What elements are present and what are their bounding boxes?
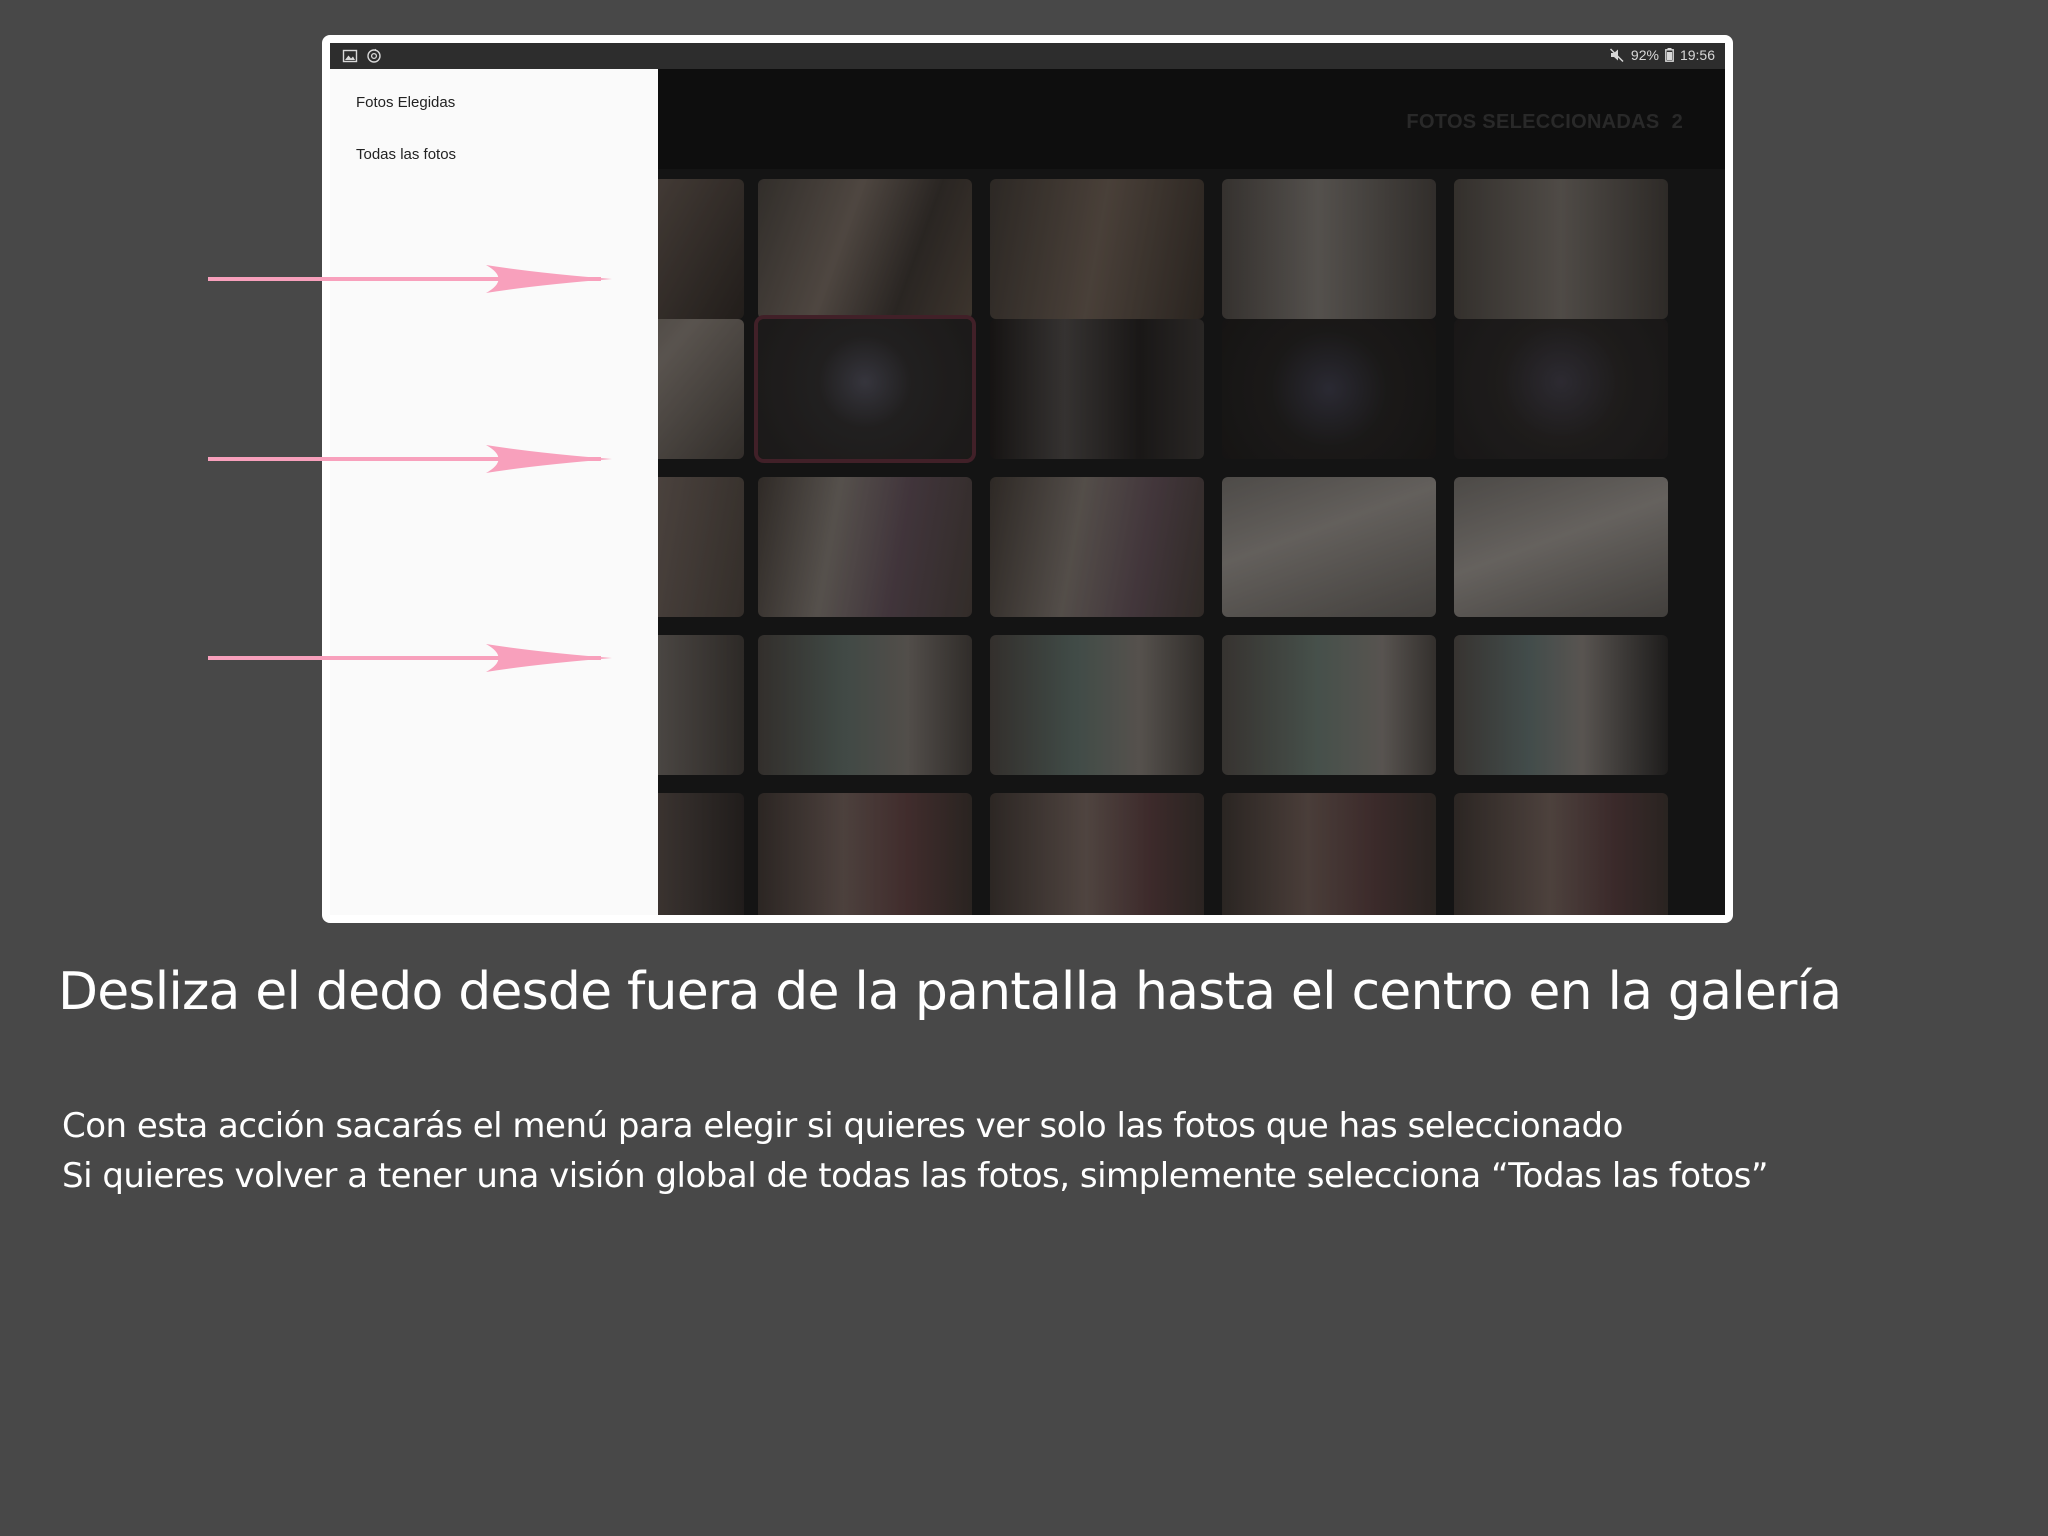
swipe-arrow-icon bbox=[208, 265, 612, 293]
drawer-item-fotos-elegidas[interactable]: Fotos Elegidas bbox=[356, 94, 455, 111]
swipe-arrow-icon bbox=[208, 644, 612, 672]
swipe-arrow-icon bbox=[208, 445, 612, 473]
sync-icon bbox=[367, 48, 381, 63]
navigation-drawer: Fotos Elegidas Todas las fotos bbox=[330, 69, 658, 915]
tablet-screenshot: 92% 19:56 FOTOS SELECCIONADAS 2 Fotos El… bbox=[322, 35, 1733, 923]
clock: 19:56 bbox=[1679, 47, 1715, 63]
drawer-item-todas-las-fotos[interactable]: Todas las fotos bbox=[356, 146, 456, 163]
instruction-line-1: Con esta acción sacarás el menú para ele… bbox=[62, 1106, 1623, 1146]
mute-icon bbox=[1609, 48, 1624, 63]
battery-icon bbox=[1665, 48, 1674, 62]
battery-percentage: 92% bbox=[1630, 47, 1659, 63]
instruction-headline: Desliza el dedo desde fuera de la pantal… bbox=[58, 962, 1842, 1022]
instruction-line-2: Si quieres volver a tener una visión glo… bbox=[62, 1156, 1768, 1196]
status-bar: 92% 19:56 bbox=[330, 43, 1725, 69]
image-icon bbox=[342, 49, 358, 63]
tablet-screen: 92% 19:56 FOTOS SELECCIONADAS 2 Fotos El… bbox=[330, 43, 1725, 915]
